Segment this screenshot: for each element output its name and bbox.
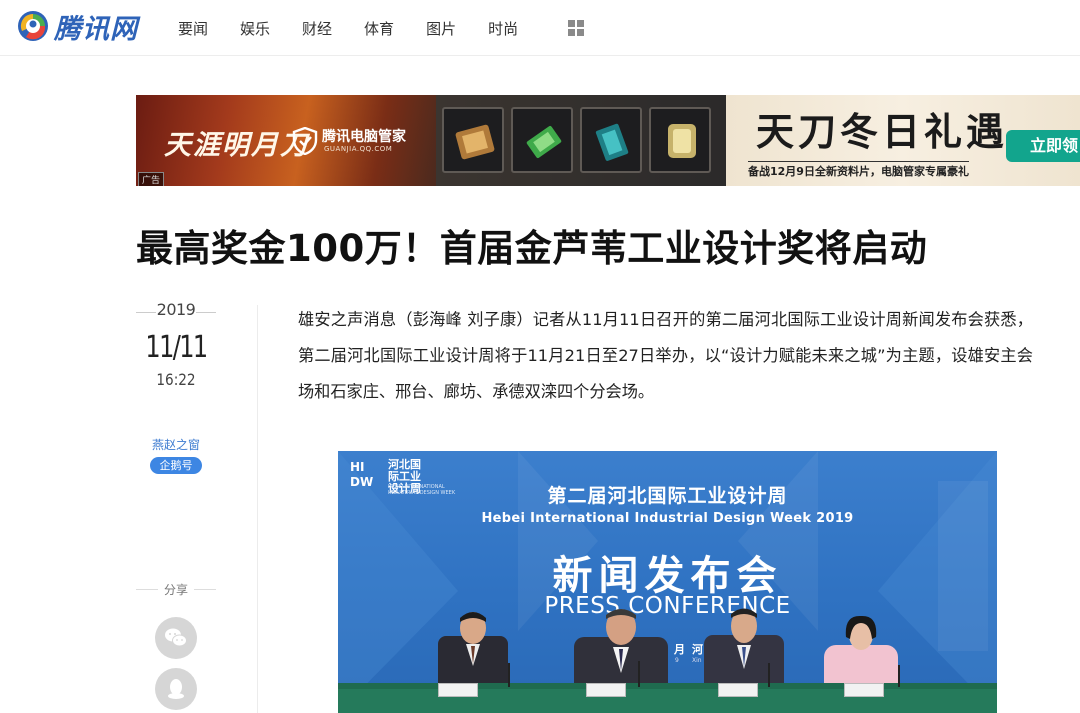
share-row: 分享 xyxy=(136,579,216,599)
source-name[interactable]: 燕赵之窗 xyxy=(136,436,216,453)
nameplate-4 xyxy=(844,683,884,697)
nav-item-pictures[interactable]: 图片 xyxy=(426,18,456,39)
publish-meta: 2019 11/11 16:22 xyxy=(136,300,216,389)
qq-share-button[interactable] xyxy=(155,668,197,710)
reward-item-3 xyxy=(580,107,642,173)
year-row: 2019 xyxy=(136,300,216,322)
publish-date: 11/11 xyxy=(145,330,208,365)
nameplate-2 xyxy=(586,683,626,697)
wechat-share-button[interactable] xyxy=(155,617,197,659)
reward-item-1 xyxy=(442,107,504,173)
nav-item-sports[interactable]: 体育 xyxy=(364,18,394,39)
token-icon xyxy=(668,124,696,158)
share-label: 分享 xyxy=(163,583,188,597)
box-icon xyxy=(455,124,495,160)
reward-item-4 xyxy=(649,107,711,173)
tencent-logo[interactable]: 腾讯网 xyxy=(16,6,138,46)
article-body: 雄安之声消息（彭海峰 刘子康）记者从11月11日召开的第二届河北国际工业设计周新… xyxy=(298,310,1033,401)
top-header: 腾讯网 要闻 娱乐 财经 体育 图片 时尚 xyxy=(0,0,1080,56)
backdrop-title-cn: 第二届河北国际工业设计周 xyxy=(547,485,788,507)
banner-subtitle: 备战12月9日全新资料片，电脑管家专属豪礼 xyxy=(748,161,969,179)
pc-manager-name: 腾讯电脑管家 xyxy=(322,129,406,145)
ad-banner[interactable]: 天涯明月刀 腾讯电脑管家 GUANJIA.QQ.COM 广告 天刀冬日礼遇 备战… xyxy=(136,95,1080,186)
backdrop-title-en: Hebei International Industrial Design We… xyxy=(481,511,854,526)
nameplate-3 xyxy=(718,683,758,697)
microphone-1 xyxy=(508,663,510,687)
tencent-logo-icon xyxy=(18,11,48,41)
shield-icon xyxy=(292,127,318,155)
microphone-2 xyxy=(638,661,640,687)
nav-item-entertainment[interactable]: 娱乐 xyxy=(240,18,270,39)
article-headline: 最高奖金100万！首届金芦苇工业设计奖将启动 xyxy=(136,227,928,270)
banner-title: 天刀冬日礼遇 xyxy=(756,109,1009,154)
grid-menu-icon[interactable] xyxy=(568,20,585,36)
reward-item-2 xyxy=(511,107,573,173)
publish-time: 16:22 xyxy=(156,370,196,389)
wechat-icon xyxy=(165,628,187,647)
table-cloth xyxy=(338,689,997,713)
column-divider xyxy=(257,305,258,713)
microphone-4 xyxy=(898,665,900,687)
game-brand-logo: 天涯明月刀 xyxy=(164,130,309,161)
main-nav: 要闻 娱乐 财经 体育 图片 时尚 xyxy=(178,0,585,56)
source-badge[interactable]: 企鹅号 xyxy=(150,457,202,474)
press-conference-photo: HI DW 河北国际工业设计周 HEBEI INTERNATIONAL INDU… xyxy=(338,451,997,713)
publish-year: 2019 xyxy=(156,300,196,319)
nav-item-finance[interactable]: 财经 xyxy=(302,18,332,39)
nameplate-1 xyxy=(438,683,478,697)
book-icon xyxy=(595,123,629,161)
svg-text:HI: HI xyxy=(350,460,365,474)
nav-item-fashion[interactable]: 时尚 xyxy=(488,18,518,39)
qq-penguin-icon xyxy=(168,679,184,699)
pc-manager-url: GUANJIA.QQ.COM xyxy=(324,145,393,153)
scroll-icon xyxy=(526,125,562,159)
logo-text: 腾讯网 xyxy=(54,13,138,45)
ad-tag: 广告 xyxy=(138,172,165,186)
nav-item-news[interactable]: 要闻 xyxy=(178,18,208,39)
microphone-3 xyxy=(768,663,770,687)
claim-button[interactable]: 立即领 xyxy=(1006,130,1080,162)
speaker-3 xyxy=(704,608,784,696)
